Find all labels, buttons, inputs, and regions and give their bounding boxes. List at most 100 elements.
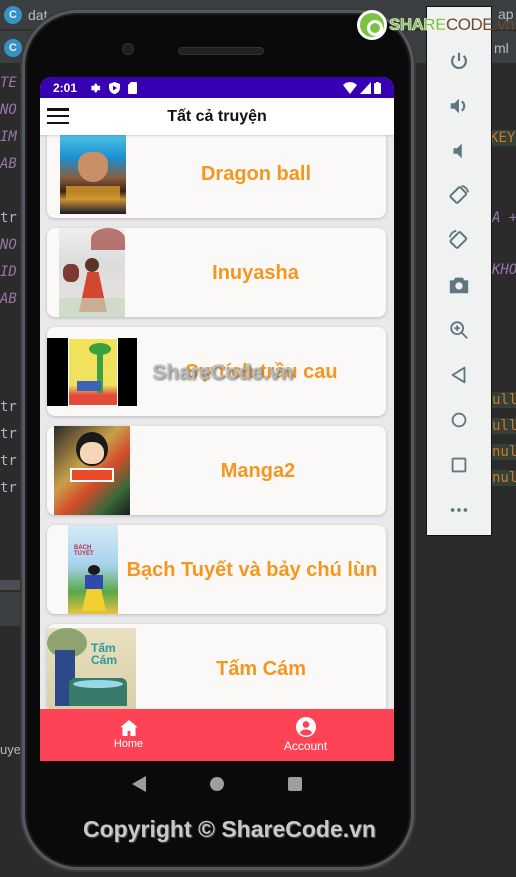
hamburger-menu-icon[interactable] xyxy=(47,108,69,124)
overview-button[interactable] xyxy=(427,447,491,483)
story-title: Inuyasha xyxy=(212,261,299,284)
nav-home[interactable]: Home xyxy=(40,709,217,761)
home-icon xyxy=(119,720,138,736)
signal-icon xyxy=(360,81,371,94)
tam-cam-cover: Tấm Cám xyxy=(47,627,136,709)
code-line: TE xyxy=(0,75,17,91)
code-line: AB xyxy=(0,156,17,172)
shield-play-icon xyxy=(109,81,121,94)
copyright-watermark: Copyright © ShareCode.vn xyxy=(83,816,376,842)
account-circle-icon xyxy=(295,717,316,737)
code-line: ull xyxy=(492,392,516,408)
recents-icon[interactable] xyxy=(288,777,302,791)
screenshot-button[interactable] xyxy=(427,267,491,303)
ide-tab-right[interactable]: ml xyxy=(494,40,509,56)
front-camera xyxy=(122,43,134,55)
story-list[interactable]: Dragon ball Inuyasha Sự tích trầu cau Ma… xyxy=(40,135,394,709)
story-card[interactable]: Inuyasha xyxy=(47,228,386,317)
rotate-left-icon xyxy=(449,184,470,204)
back-triangle-icon xyxy=(451,366,466,384)
status-bar: 2:01 xyxy=(40,77,394,98)
code-line: KEY xyxy=(490,130,516,146)
code-line: nul xyxy=(492,444,516,460)
story-title: Tấm Cám xyxy=(215,657,307,680)
rotate-left-button[interactable] xyxy=(427,177,491,213)
code-line: NO xyxy=(0,237,17,253)
story-title: Dragon ball xyxy=(200,162,311,185)
story-card[interactable]: BẠCH TUYẾT Bạch Tuyết và bảy chú lùn xyxy=(47,525,386,614)
volume-up-button[interactable] xyxy=(427,88,491,124)
logo-text-part1: SHARE xyxy=(389,15,447,35)
bach-tuyet-cover: BẠCH TUYẾT xyxy=(68,525,118,614)
story-title: Manga2 xyxy=(220,459,296,482)
code-line: tr xyxy=(0,426,17,442)
wifi-icon xyxy=(343,81,357,94)
code-line: KHO xyxy=(492,262,516,278)
page-title: Tất cả truyện xyxy=(167,107,267,125)
rotate-right-icon xyxy=(448,229,468,249)
class-icon: C xyxy=(4,39,22,57)
code-line: AB xyxy=(0,291,17,307)
code-line: tr xyxy=(0,210,17,226)
watermark-text: ShareCode.vn xyxy=(152,361,294,384)
logo-mark-icon xyxy=(357,10,387,40)
su-tich-trau-cau-cover xyxy=(47,337,137,406)
home-circle-icon[interactable] xyxy=(210,777,224,791)
bottom-navigation: Home Account xyxy=(40,709,394,761)
inuyasha-cover xyxy=(59,228,125,317)
system-navigation-bar xyxy=(40,761,394,807)
code-line: tr xyxy=(0,480,17,496)
nav-label: Home xyxy=(113,738,144,750)
dragon-ball-cover xyxy=(60,135,126,214)
sd-card-icon xyxy=(128,81,138,94)
volume-down-button[interactable] xyxy=(427,133,491,169)
code-line: nul xyxy=(492,470,516,486)
camera-icon xyxy=(449,277,469,294)
home-circle-icon xyxy=(451,412,467,428)
class-icon: C xyxy=(4,6,22,24)
volume-up-icon xyxy=(450,98,466,114)
earpiece-speaker xyxy=(178,47,264,55)
code-line: A + xyxy=(492,210,516,226)
code-line: NO xyxy=(0,102,17,118)
app-bar: Tất cả truyện xyxy=(40,98,394,135)
more-icon xyxy=(450,508,468,512)
ide-bottom-text: uye xyxy=(0,742,21,757)
nav-label: Account xyxy=(283,739,328,753)
code-line: tr xyxy=(0,453,17,469)
code-line: tr xyxy=(0,399,17,415)
back-button[interactable] xyxy=(427,357,491,393)
nav-account[interactable]: Account xyxy=(217,709,394,761)
emulator-toolbar xyxy=(426,6,492,536)
code-line: ID xyxy=(0,264,17,280)
app-screen: 2:01 Tất cả truyện Dragon ball Inuyasha … xyxy=(40,77,394,761)
power-icon xyxy=(451,52,467,70)
power-button[interactable] xyxy=(427,43,491,79)
zoom-button[interactable] xyxy=(427,312,491,348)
story-card[interactable]: Manga2 xyxy=(47,426,386,515)
ide-tab[interactable]: C xyxy=(4,39,22,57)
zoom-in-icon xyxy=(450,321,468,339)
logo-text-part2: CODE.vn xyxy=(446,15,515,34)
status-time: 2:01 xyxy=(53,80,78,95)
back-icon[interactable] xyxy=(132,776,146,792)
code-line: ull xyxy=(492,418,516,434)
home-button[interactable] xyxy=(427,402,491,438)
ide-tab-label: ml xyxy=(494,40,509,56)
ide-tab[interactable]: C dat xyxy=(4,6,47,24)
code-line: IM xyxy=(0,129,17,145)
rotate-right-button[interactable] xyxy=(427,222,491,258)
story-card[interactable]: Tấm Cám Tấm Cám xyxy=(47,624,386,709)
sharecode-logo: SHARECODE.vn xyxy=(357,10,515,40)
manga2-cover xyxy=(54,426,130,515)
stage: C dat C ap ml TE NO IM AB tr NO ID AB tr… xyxy=(0,0,516,877)
more-button[interactable] xyxy=(427,492,491,528)
story-card[interactable]: Dragon ball xyxy=(47,135,386,218)
volume-down-icon xyxy=(453,143,462,159)
overview-square-icon xyxy=(451,457,467,473)
code-editor-left: TE NO IM AB tr NO ID AB tr tr tr tr xyxy=(0,70,22,502)
